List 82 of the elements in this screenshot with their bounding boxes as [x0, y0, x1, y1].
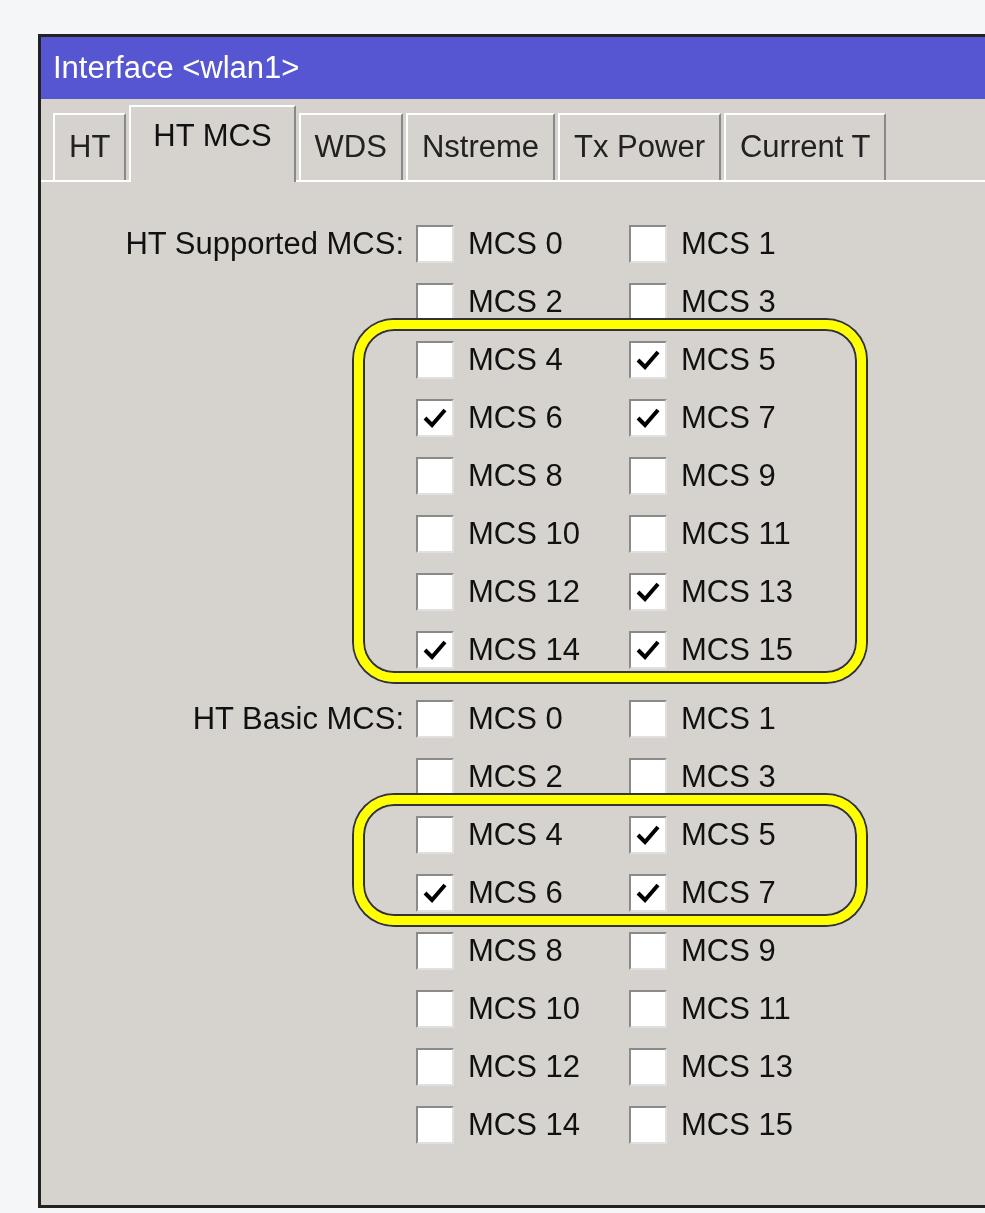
- checkbox[interactable]: [629, 700, 667, 738]
- checkbox[interactable]: [416, 573, 454, 611]
- checkbox-label: MCS 0: [468, 224, 563, 263]
- checkbox[interactable]: [416, 225, 454, 263]
- checkbox-label: MCS 7: [681, 398, 776, 437]
- checkbox[interactable]: [629, 1106, 667, 1144]
- checkbox[interactable]: [629, 225, 667, 263]
- checkbox-label: MCS 15: [681, 1105, 793, 1144]
- checkbox[interactable]: [416, 816, 454, 854]
- checkbox[interactable]: [629, 758, 667, 796]
- checkbox[interactable]: [416, 1048, 454, 1086]
- checkbox-label: MCS 10: [468, 989, 580, 1028]
- checkbox-label: MCS 12: [468, 572, 580, 611]
- checkbox[interactable]: [629, 816, 667, 854]
- checkbox-label: MCS 1: [681, 699, 776, 738]
- checkbox-label: MCS 9: [681, 456, 776, 495]
- checkbox-label: MCS 5: [681, 815, 776, 854]
- checkmark-icon: [636, 349, 660, 371]
- checkbox-label: MCS 4: [468, 815, 563, 854]
- checkbox-label: MCS 6: [468, 873, 563, 912]
- checkbox-label: MCS 10: [468, 514, 580, 553]
- checkbox[interactable]: [629, 573, 667, 611]
- window-title: Interface <wlan1>: [53, 48, 300, 87]
- checkbox-label: MCS 15: [681, 630, 793, 669]
- checkbox[interactable]: [416, 874, 454, 912]
- checkbox[interactable]: [416, 1106, 454, 1144]
- checkbox-label: MCS 14: [468, 1105, 580, 1144]
- tab[interactable]: Nstreme: [405, 113, 556, 180]
- checkbox[interactable]: [629, 932, 667, 970]
- checkmark-icon: [636, 639, 660, 661]
- checkbox[interactable]: [416, 990, 454, 1028]
- checkmark-icon: [636, 581, 660, 603]
- checkbox-label: MCS 13: [681, 1047, 793, 1086]
- field-label: HT Basic MCS:: [192, 700, 404, 738]
- checkbox-label: MCS 11: [681, 514, 791, 553]
- checkbox[interactable]: [416, 457, 454, 495]
- checkbox[interactable]: [416, 283, 454, 321]
- checkbox-label: MCS 1: [681, 224, 776, 263]
- checkbox-label: MCS 14: [468, 630, 580, 669]
- checkbox[interactable]: [629, 874, 667, 912]
- checkbox[interactable]: [416, 631, 454, 669]
- tab[interactable]: HT MCS: [129, 105, 296, 182]
- checkmark-icon: [423, 407, 447, 429]
- checkbox-label: MCS 3: [681, 282, 776, 321]
- checkbox[interactable]: [629, 341, 667, 379]
- checkbox-label: MCS 0: [468, 699, 563, 738]
- tab[interactable]: WDS: [298, 113, 403, 180]
- checkbox-label: MCS 8: [468, 456, 563, 495]
- checkbox[interactable]: [416, 515, 454, 553]
- tab[interactable]: HT: [53, 113, 127, 180]
- checkbox[interactable]: [629, 457, 667, 495]
- checkbox-label: MCS 2: [468, 282, 563, 321]
- checkbox[interactable]: [629, 631, 667, 669]
- checkbox-label: MCS 2: [468, 757, 563, 796]
- checkmark-icon: [636, 882, 660, 904]
- checkbox[interactable]: [629, 399, 667, 437]
- checkbox[interactable]: [629, 515, 667, 553]
- checkbox[interactable]: [416, 700, 454, 738]
- checkbox[interactable]: [629, 1048, 667, 1086]
- checkbox-label: MCS 11: [681, 989, 791, 1028]
- checkmark-icon: [423, 639, 447, 661]
- checkmark-icon: [423, 882, 447, 904]
- checkbox-label: MCS 4: [468, 340, 563, 379]
- checkbox[interactable]: [416, 758, 454, 796]
- checkbox-label: MCS 9: [681, 931, 776, 970]
- checkbox-label: MCS 8: [468, 931, 563, 970]
- checkmark-icon: [636, 407, 660, 429]
- checkbox[interactable]: [416, 399, 454, 437]
- checkbox-label: MCS 3: [681, 757, 776, 796]
- tab[interactable]: Tx Power: [558, 113, 721, 180]
- checkbox[interactable]: [416, 932, 454, 970]
- checkmark-icon: [636, 824, 660, 846]
- tab[interactable]: Current T: [724, 113, 887, 180]
- checkbox-label: MCS 6: [468, 398, 563, 437]
- checkbox[interactable]: [629, 283, 667, 321]
- checkbox-label: MCS 5: [681, 340, 776, 379]
- checkbox[interactable]: [629, 990, 667, 1028]
- checkbox-label: MCS 7: [681, 873, 776, 912]
- checkbox[interactable]: [416, 341, 454, 379]
- field-label: HT Supported MCS:: [125, 225, 404, 263]
- checkbox-label: MCS 12: [468, 1047, 580, 1086]
- checkbox-label: MCS 13: [681, 572, 793, 611]
